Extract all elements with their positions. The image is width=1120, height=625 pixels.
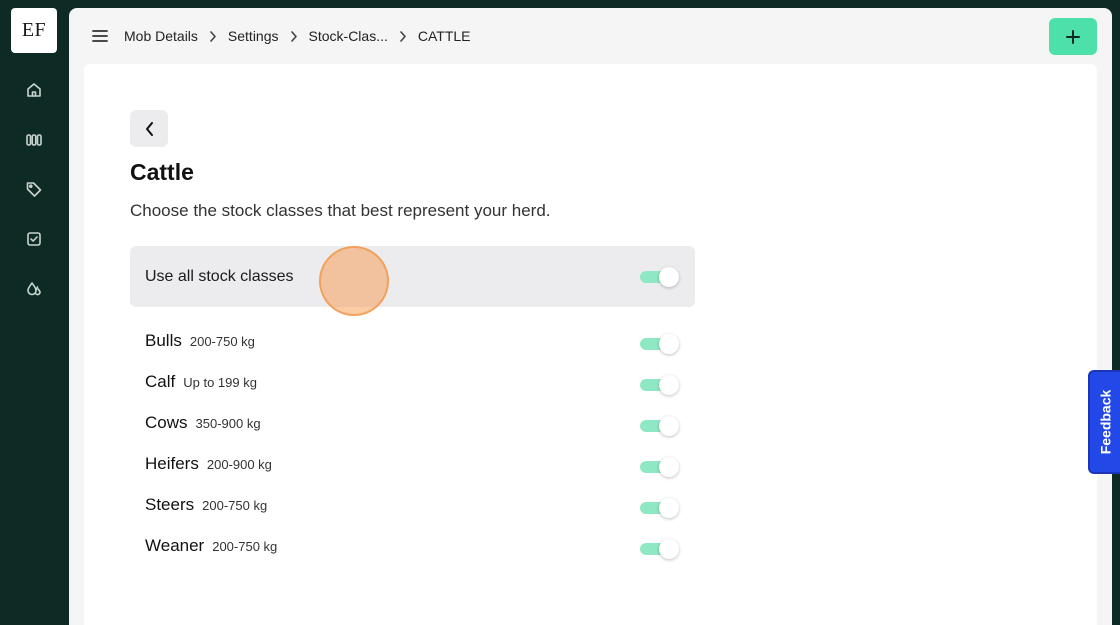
bulls-toggle[interactable] (640, 333, 680, 354)
breadcrumb-item-mob-details[interactable]: Mob Details (124, 28, 198, 44)
weaner-toggle[interactable] (640, 538, 680, 559)
stock-class-name: Steers (145, 495, 195, 514)
calf-toggle[interactable] (640, 374, 680, 395)
click-indicator (319, 246, 389, 316)
droplets-icon[interactable] (22, 277, 46, 301)
stock-class-range: 350-900 kg (195, 416, 261, 431)
chevron-right-icon (279, 30, 309, 42)
cows-toggle[interactable] (640, 415, 680, 436)
tag-icon[interactable] (22, 177, 46, 201)
stock-class-name: Bulls (145, 331, 182, 350)
breadcrumb-item-stock-classes[interactable]: Stock-Clas... (309, 28, 388, 44)
chevron-right-icon (388, 30, 418, 42)
stock-class-row-steers: Steers 200-750 kg (130, 491, 695, 521)
main-panel: Mob Details Settings Stock-Clas... CATTL… (69, 8, 1112, 625)
breadcrumb-item-cattle: CATTLE (417, 28, 471, 44)
chevron-left-icon (145, 121, 153, 136)
use-all-stock-classes-row: Use all stock classes (130, 246, 695, 307)
home-icon[interactable] (22, 78, 46, 102)
use-all-stock-classes-toggle[interactable] (640, 266, 680, 287)
top-bar: Mob Details Settings Stock-Clas... CATTL… (69, 8, 1112, 64)
steers-toggle[interactable] (640, 497, 680, 518)
app-logo[interactable]: EF (11, 8, 57, 53)
stock-class-range: 200-900 kg (206, 457, 272, 472)
sidebar-rail: EF (0, 0, 68, 625)
feedback-label: Feedback (1097, 389, 1113, 455)
stock-class-range: 200-750 kg (212, 539, 278, 554)
hamburger-menu-icon[interactable] (91, 26, 109, 46)
page-subtitle: Choose the stock classes that best repre… (130, 201, 551, 220)
stock-class-name: Weaner (145, 536, 205, 555)
content-card: Cattle Choose the stock classes that bes… (84, 64, 1097, 625)
checkbox-icon[interactable] (22, 227, 46, 251)
stock-class-name: Calf (145, 372, 176, 391)
stock-class-range: 200-750 kg (202, 498, 268, 513)
stock-class-row-heifers: Heifers 200-900 kg (130, 450, 695, 480)
chevron-right-icon (198, 30, 228, 42)
use-all-stock-classes-label: Use all stock classes (145, 268, 294, 285)
breadcrumb-item-settings[interactable]: Settings (228, 28, 279, 44)
stock-class-range: Up to 199 kg (183, 375, 257, 390)
stock-class-row-bulls: Bulls 200-750 kg (130, 327, 695, 357)
stock-class-row-weaner: Weaner 200-750 kg (130, 532, 695, 562)
page-title: Cattle (130, 159, 194, 185)
breadcrumb: Mob Details Settings Stock-Clas... CATTL… (124, 8, 471, 64)
plus-icon (1066, 29, 1080, 44)
stock-class-range: 200-750 kg (189, 334, 255, 349)
stock-class-name: Heifers (145, 454, 199, 473)
stock-class-name: Cows (145, 413, 188, 432)
stock-class-row-calf: Calf Up to 199 kg (130, 368, 695, 398)
columns-icon[interactable] (22, 128, 46, 152)
add-button[interactable] (1049, 18, 1097, 55)
back-button[interactable] (130, 110, 168, 147)
feedback-tab[interactable]: Feedback (1088, 370, 1120, 474)
stock-class-row-cows: Cows 350-900 kg (130, 409, 695, 439)
heifers-toggle[interactable] (640, 456, 680, 477)
